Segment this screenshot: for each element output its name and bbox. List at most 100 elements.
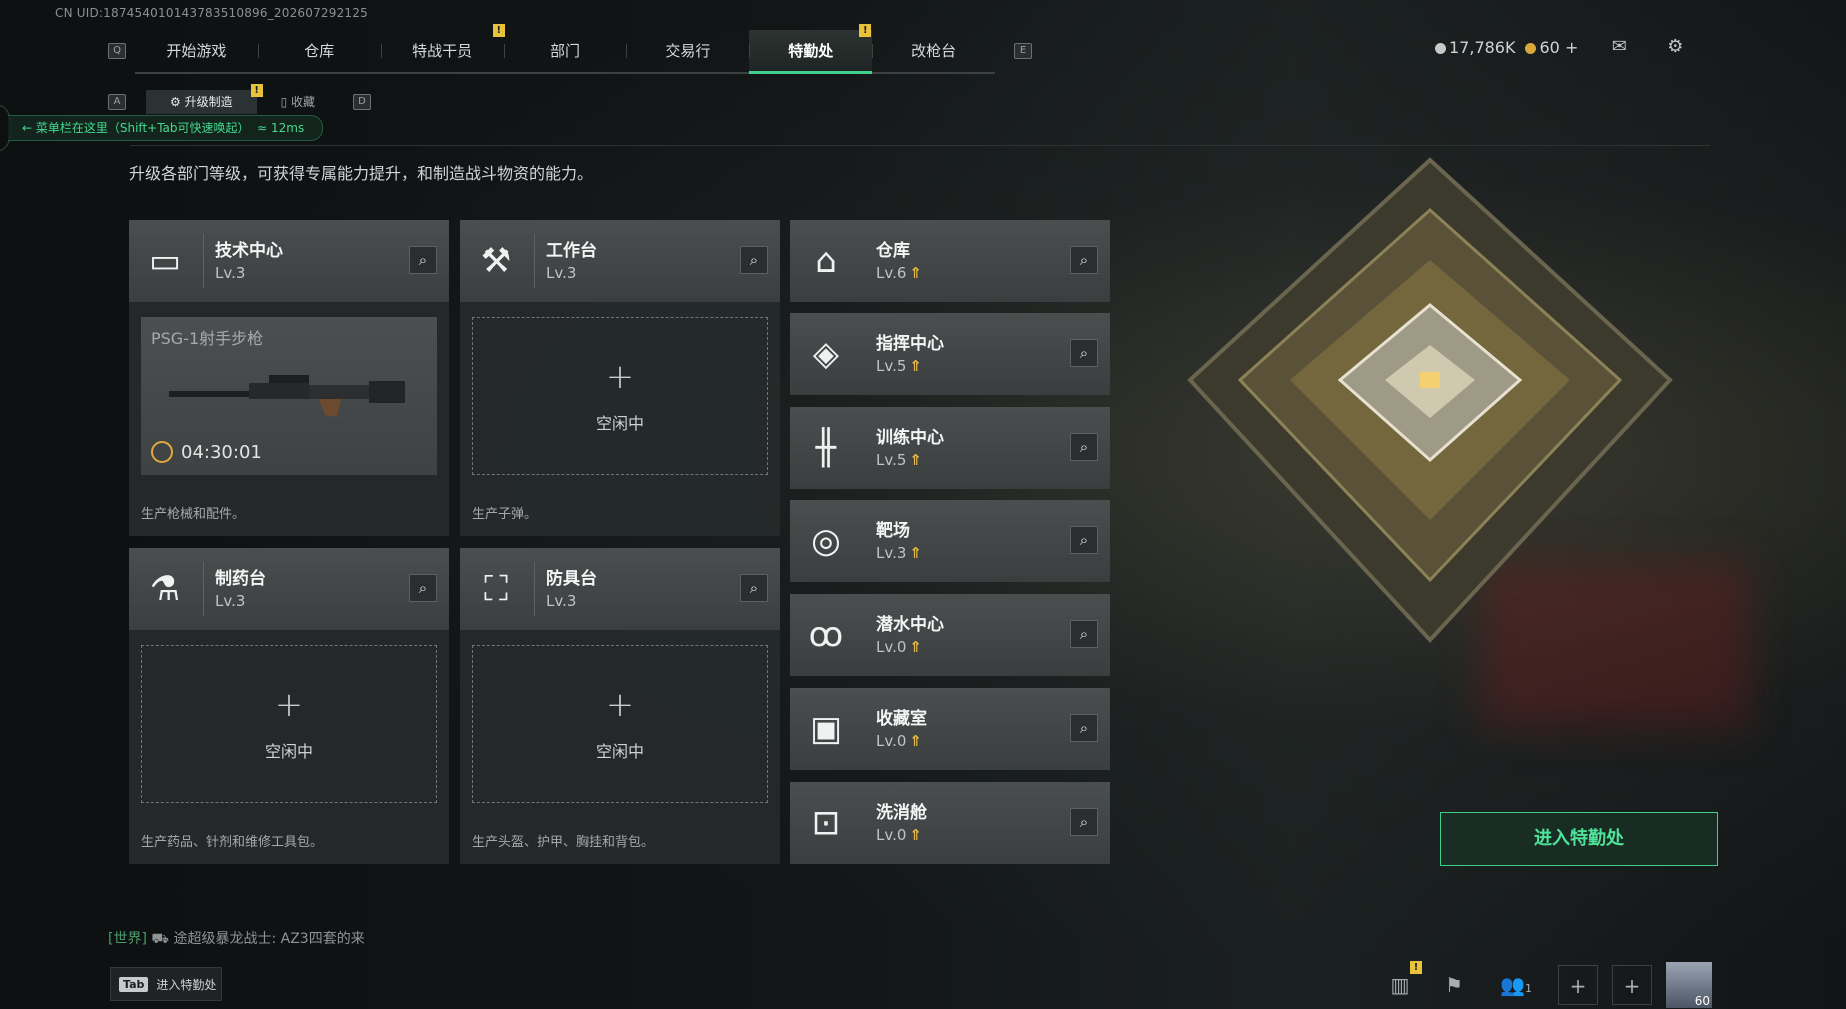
key-e[interactable]: E xyxy=(1014,43,1032,59)
key-a[interactable]: A xyxy=(108,94,126,110)
card-header: ▭ 技术中心 Lv.3 ⌕ xyxy=(129,220,449,302)
chat-sender: 途超级暴龙战士: xyxy=(173,931,277,947)
currency-bar: 17,786K 60 + ✉ ⚙ xyxy=(1435,36,1688,58)
enter-special-ops-button[interactable]: 进入特勤处 xyxy=(1440,812,1718,866)
ping-value: 12ms xyxy=(271,121,305,135)
key-q[interactable]: Q xyxy=(108,43,126,59)
player-level: 60 xyxy=(1694,994,1710,1008)
production-card[interactable]: ⛶ 防具台 Lv.3 ⌕ + 空闲中 生产头盔、护甲、胸挂和背包。 xyxy=(460,548,780,864)
tab-gunsmith[interactable]: 改枪台 xyxy=(872,30,995,72)
idle-label: 空闲中 xyxy=(264,742,313,761)
menu-tip-text: 菜单栏在这里（Shift+Tab可快速唤起） xyxy=(35,121,250,135)
clock-icon xyxy=(151,441,173,463)
subtab-upgrade-label: 升级制造 xyxy=(184,95,233,109)
tab-start-game[interactable]: 开始游戏 xyxy=(135,30,258,72)
coin-amount: 17,786K xyxy=(1449,37,1516,57)
tab-operators[interactable]: 特战干员! xyxy=(380,24,505,72)
collection-icon: ▣ xyxy=(809,709,843,749)
friends-count: 1 xyxy=(1524,982,1532,995)
production-card[interactable]: ⚒ 工作台 Lv.3 ⌕ + 空闲中 生产子弹。 xyxy=(460,220,780,536)
gold-display[interactable]: 60 + xyxy=(1525,38,1578,57)
decon-icon: ⊡ xyxy=(811,803,841,843)
page-description: 升级各部门等级，可获得专属能力提升，和制造战斗物资的能力。 xyxy=(129,164,594,183)
idle-label: 空闲中 xyxy=(595,742,644,761)
department-card[interactable]: ꝏ 潜水中心 Lv.0 ⇑ ⌕ xyxy=(790,594,1110,676)
level-value: Lv.5 xyxy=(876,357,907,375)
friends-icon[interactable]: 👥1 xyxy=(1488,965,1544,1005)
level-value: Lv.0 xyxy=(876,732,907,750)
tab-departments[interactable]: 部门 xyxy=(503,30,627,72)
search-icon[interactable]: ⌕ xyxy=(1070,433,1098,461)
search-icon[interactable]: ⌕ xyxy=(740,574,768,602)
search-icon[interactable]: ⌕ xyxy=(409,574,437,602)
production-slot[interactable]: + 空闲中 xyxy=(472,645,768,803)
coin-display[interactable]: 17,786K xyxy=(1435,38,1515,57)
tab-operators-label: 特战干员 xyxy=(412,42,473,60)
department-card[interactable]: ⊡ 洗消舱 Lv.0 ⇑ ⌕ xyxy=(790,782,1110,864)
tab-market[interactable]: 交易行 xyxy=(626,30,749,72)
search-icon[interactable]: ⌕ xyxy=(1070,808,1098,836)
mail-icon[interactable]: ✉ xyxy=(1606,36,1632,58)
card-level: Lv.3 xyxy=(546,264,577,282)
divider xyxy=(534,562,535,616)
microscope-icon: ⚗ xyxy=(149,569,181,609)
add-gold-icon[interactable]: + xyxy=(1565,38,1578,57)
add-squad-slot[interactable]: + xyxy=(1558,965,1598,1005)
upgrade-arrow-icon: ⇑ xyxy=(909,826,922,844)
production-slot[interactable]: + 空闲中 xyxy=(472,317,768,475)
search-icon[interactable]: ⌕ xyxy=(1070,526,1098,554)
search-icon[interactable]: ⌕ xyxy=(1070,620,1098,648)
department-card[interactable]: ◈ 指挥中心 Lv.5 ⇑ ⌕ xyxy=(790,313,1110,395)
stats-icon[interactable]: ▥! xyxy=(1380,961,1422,1005)
tab-hint[interactable]: Tab 进入特勤处 xyxy=(110,967,222,1001)
search-icon[interactable]: ⌕ xyxy=(1070,339,1098,367)
gear-icon[interactable]: ⚙ xyxy=(1662,36,1688,58)
cubes-icon: ⛶ xyxy=(484,569,508,609)
add-squad-slot[interactable]: + xyxy=(1612,965,1652,1005)
search-icon[interactable]: ⌕ xyxy=(1070,246,1098,274)
production-card[interactable]: ⚗ 制药台 Lv.3 ⌕ + 空闲中 生产药品、针剂和维修工具包。 xyxy=(129,548,449,864)
department-card[interactable]: ▣ 收藏室 Lv.0 ⇑ ⌕ xyxy=(790,688,1110,770)
upgrade-arrow-icon: ⇑ xyxy=(909,544,922,562)
search-icon[interactable]: ⌕ xyxy=(409,246,437,274)
divider xyxy=(203,562,204,616)
department-card[interactable]: ╫ 训练中心 Lv.5 ⇑ ⌕ xyxy=(790,407,1110,489)
top-nav-right-key: E xyxy=(1014,30,1032,72)
card-title: 指挥中心 xyxy=(876,334,944,354)
subtab-upgrade[interactable]: ⚙ 升级制造! xyxy=(146,84,263,114)
subtab-collection-label: 收藏 xyxy=(291,95,316,109)
card-header: ▣ 收藏室 Lv.0 ⇑ ⌕ xyxy=(790,688,1110,770)
chat-line[interactable]: [世界] ⛟ 途超级暴龙战士: AZ3四套的来 xyxy=(108,928,365,949)
flag-icon[interactable]: ⚑ xyxy=(1434,965,1474,1005)
card-description: 生产头盔、护甲、胸挂和背包。 xyxy=(472,835,655,850)
avatar[interactable]: 60 xyxy=(1666,962,1712,1008)
card-level: Lv.6 ⇑ xyxy=(876,264,922,282)
card-header: ╫ 训练中心 Lv.5 ⇑ ⌕ xyxy=(790,407,1110,489)
card-header: ꝏ 潜水中心 Lv.0 ⇑ ⌕ xyxy=(790,594,1110,676)
uid-label: CN UID:1874540101437835108​96_2026072921… xyxy=(55,6,368,20)
production-slot[interactable]: + 空闲中 xyxy=(141,645,437,803)
production-card[interactable]: ▭ 技术中心 Lv.3 ⌕ PSG-1射手步枪 04:30:01 生产枪械和配件… xyxy=(129,220,449,536)
item-name: PSG-1射手步枪 xyxy=(151,329,264,348)
card-header: ⛶ 防具台 Lv.3 ⌕ xyxy=(460,548,780,630)
card-level: Lv.3 ⇑ xyxy=(876,544,922,562)
tab-special-ops[interactable]: 特勤处! xyxy=(749,24,873,74)
search-icon[interactable]: ⌕ xyxy=(740,246,768,274)
divider xyxy=(130,145,1710,146)
key-d[interactable]: D xyxy=(353,94,372,110)
divider xyxy=(203,234,204,288)
production-slot[interactable]: PSG-1射手步枪 04:30:01 xyxy=(141,317,437,475)
menu-tip[interactable]: ← 菜单栏在这里（Shift+Tab可快速唤起） ≈ 12ms xyxy=(8,115,324,141)
card-level: Lv.0 ⇑ xyxy=(876,638,922,656)
department-card[interactable]: ⌂ 仓库 Lv.6 ⇑ ⌕ xyxy=(790,220,1110,302)
chat-message: AZ3四套的来 xyxy=(280,931,365,947)
tab-warehouse[interactable]: 仓库 xyxy=(257,30,381,72)
rifle-image xyxy=(169,375,405,417)
plus-icon: + xyxy=(274,685,304,725)
sub-nav: A ⚙ 升级制造! ▯ 收藏 D xyxy=(108,84,372,114)
subtab-collection[interactable]: ▯ 收藏 xyxy=(257,90,339,114)
search-icon[interactable]: ⌕ xyxy=(1070,714,1098,742)
card-header: ⊡ 洗消舱 Lv.0 ⇑ ⌕ xyxy=(790,782,1110,864)
department-card[interactable]: ◎ 靶场 Lv.3 ⇑ ⌕ xyxy=(790,500,1110,582)
level-value: Lv.6 xyxy=(876,264,907,282)
